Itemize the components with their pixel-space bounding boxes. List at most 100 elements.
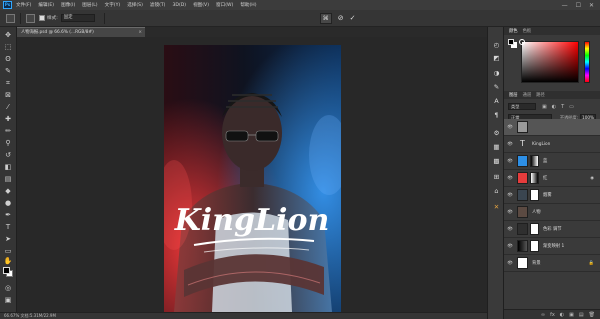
style-select[interactable]: 固定 xyxy=(60,14,95,22)
new-group-icon[interactable]: ▣ xyxy=(569,312,574,318)
minimize-button[interactable]: — xyxy=(562,2,568,9)
brush-panel-icon[interactable]: ✎ xyxy=(492,83,501,92)
layer-row[interactable]: 👁 人物 xyxy=(504,204,600,221)
visibility-eye-icon[interactable]: 👁 xyxy=(506,125,514,130)
visibility-eye-icon[interactable]: 👁 xyxy=(506,176,514,181)
menu-window[interactable]: 窗口(W) xyxy=(216,2,233,8)
tab-swatches[interactable]: 色板 xyxy=(523,28,532,34)
crop-tool-icon[interactable]: ⌗ xyxy=(3,78,13,88)
pen-tool-icon[interactable]: ✒ xyxy=(3,210,13,220)
menu-type[interactable]: 文字(Y) xyxy=(105,2,121,8)
layer-row[interactable]: 👁 T KingLion xyxy=(504,136,600,153)
visibility-eye-icon[interactable]: 👁 xyxy=(506,261,514,266)
filter-shape-icon[interactable]: ▭ xyxy=(569,104,574,110)
clone-source-panel-icon[interactable]: ⚙ xyxy=(492,129,501,138)
layer-name: 渐变映射 1 xyxy=(543,244,565,249)
move-tool-icon[interactable]: ✥ xyxy=(3,30,13,40)
swatches-panel-icon[interactable]: ▩ xyxy=(492,157,501,166)
link-layers-icon[interactable]: ∞ xyxy=(541,312,545,318)
layer-row[interactable]: 👁 渐变映射 1 xyxy=(504,238,600,255)
character-panel-icon[interactable]: A xyxy=(492,97,501,106)
healing-brush-tool-icon[interactable]: ✚ xyxy=(3,114,13,124)
maximize-button[interactable]: ☐ xyxy=(576,2,581,9)
foreground-color-swatch[interactable] xyxy=(3,267,10,274)
gradient-tool-icon[interactable]: ▤ xyxy=(3,174,13,184)
visibility-eye-icon[interactable]: 👁 xyxy=(506,244,514,249)
paragraph-panel-icon[interactable]: ¶ xyxy=(492,111,501,120)
layer-effects-icon[interactable]: ◉ xyxy=(590,176,594,181)
canvas-area[interactable]: KingLion xyxy=(17,37,487,312)
color-picker-cursor[interactable] xyxy=(519,39,525,45)
filter-adjust-icon[interactable]: ◐ xyxy=(552,104,556,110)
hand-tool-icon[interactable]: ✋ xyxy=(3,256,13,266)
close-tab-icon[interactable]: × xyxy=(138,28,142,37)
clone-stamp-tool-icon[interactable]: ⚲ xyxy=(3,138,13,148)
tool-presets-icon[interactable]: ⌂ xyxy=(492,187,501,196)
close-button[interactable]: ✕ xyxy=(589,2,594,9)
antialias-checkbox[interactable] xyxy=(39,15,45,21)
quick-select-tool-icon[interactable]: ✎ xyxy=(3,66,13,76)
path-select-tool-icon[interactable]: ➤ xyxy=(3,234,13,244)
tab-color[interactable]: 颜色 xyxy=(509,28,518,34)
menu-edit[interactable]: 编辑(E) xyxy=(38,2,54,8)
tab-paths[interactable]: 路径 xyxy=(536,92,545,98)
add-style-icon[interactable]: fx xyxy=(550,312,555,318)
crossed-tools-icon[interactable]: ✕ xyxy=(492,203,501,212)
new-layer-icon[interactable]: ▤ xyxy=(579,312,584,318)
eyedropper-tool-icon[interactable]: ⁄ xyxy=(3,102,13,112)
filter-type-icon[interactable]: T xyxy=(561,104,564,110)
marquee-tool-icon[interactable]: ⬚ xyxy=(3,42,13,52)
shape-tool-icon[interactable]: ▭ xyxy=(3,246,13,256)
quick-mask-icon[interactable]: ◎ xyxy=(3,283,13,293)
tab-channels[interactable]: 通道 xyxy=(523,92,532,98)
layer-row[interactable]: 👁 背景 🔒 xyxy=(504,255,600,272)
visibility-eye-icon[interactable]: 👁 xyxy=(506,227,514,232)
menu-help[interactable]: 帮助(H) xyxy=(240,2,256,8)
tool-preset-icon[interactable] xyxy=(6,13,15,23)
lasso-tool-icon[interactable]: ʘ xyxy=(3,54,13,64)
cancel-transform-icon[interactable]: ⊘ xyxy=(338,14,344,22)
menu-3d[interactable]: 3D(D) xyxy=(172,3,186,8)
visibility-eye-icon[interactable]: 👁 xyxy=(506,193,514,198)
layer-row[interactable]: 👁 烟雾 xyxy=(504,187,600,204)
dodge-tool-icon[interactable]: ● xyxy=(3,198,13,208)
layer-row[interactable]: 👁 红 ◉ xyxy=(504,170,600,187)
commit-transform-icon[interactable]: ✓ xyxy=(350,14,356,22)
tab-layers[interactable]: 图层 xyxy=(509,92,518,98)
visibility-eye-icon[interactable]: 👁 xyxy=(506,210,514,215)
color-picker-field[interactable] xyxy=(519,39,579,83)
menu-filter[interactable]: 滤镜(T) xyxy=(150,2,166,8)
selection-mode-icon[interactable] xyxy=(26,13,35,23)
screen-mode-icon[interactable]: ▣ xyxy=(3,295,13,305)
poster-artwork[interactable]: KingLion xyxy=(164,45,341,312)
hue-slider[interactable] xyxy=(584,41,590,83)
type-tool-icon[interactable]: T xyxy=(3,222,13,232)
menu-file[interactable]: 文件(F) xyxy=(16,2,31,8)
blur-tool-icon[interactable]: ◆ xyxy=(3,186,13,196)
delete-layer-icon[interactable]: 🗑 xyxy=(589,312,595,318)
brush-tool-icon[interactable]: ✏ xyxy=(3,126,13,136)
menu-select[interactable]: 选择(S) xyxy=(127,2,143,8)
menu-image[interactable]: 图像(I) xyxy=(61,2,75,8)
layer-kind-select[interactable]: 类型 xyxy=(508,103,536,110)
history-brush-tool-icon[interactable]: ↺ xyxy=(3,150,13,160)
adjustments-panel-icon[interactable]: ◑ xyxy=(492,69,501,78)
libraries-panel-icon[interactable]: ⊞ xyxy=(492,173,501,182)
visibility-eye-icon[interactable]: 👁 xyxy=(506,142,514,147)
document-tab[interactable]: 人物海报.psd @ 66.6% (...RGB/8#) × xyxy=(17,27,145,37)
add-mask-icon[interactable]: ◐ xyxy=(560,312,564,318)
history-panel-icon[interactable]: ◴ xyxy=(492,41,501,50)
filter-pixel-icon[interactable]: ▣ xyxy=(542,104,547,110)
styles-panel-icon[interactable]: ▦ xyxy=(492,143,501,152)
layer-row[interactable]: 👁 色彩 调节 xyxy=(504,221,600,238)
menu-layer[interactable]: 图层(L) xyxy=(82,2,97,8)
menu-view[interactable]: 视图(V) xyxy=(193,2,209,8)
layer-row[interactable]: 👁 蓝 xyxy=(504,153,600,170)
warp-icon[interactable]: ⌘ xyxy=(319,12,332,24)
properties-panel-icon[interactable]: ◩ xyxy=(492,54,501,63)
visibility-eye-icon[interactable]: 👁 xyxy=(506,159,514,164)
eraser-tool-icon[interactable]: ◧ xyxy=(3,162,13,172)
layer-row[interactable]: 👁 xyxy=(504,119,600,136)
frame-tool-icon[interactable]: ⊠ xyxy=(3,90,13,100)
color-panel-foreground-swatch[interactable] xyxy=(508,39,514,45)
